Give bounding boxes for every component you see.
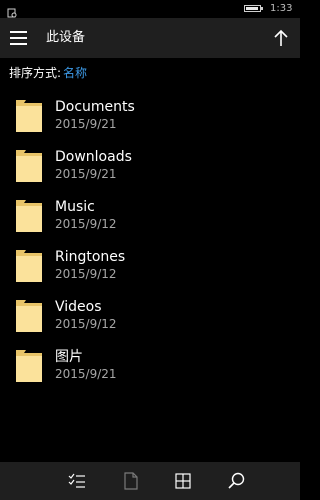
sort-row: 排序方式: 名称 [9,65,87,81]
file-name: Videos [55,299,102,315]
folder-icon [15,299,43,333]
search-icon[interactable] [226,471,246,491]
list-item[interactable]: Documents 2015/9/21 [0,90,300,140]
folder-icon [15,199,43,233]
sort-value-link[interactable]: 名称 [63,66,87,80]
file-name: 图片 [55,349,83,365]
file-name: Ringtones [55,249,126,265]
bottom-app-bar [0,462,300,500]
new-document-icon[interactable] [121,471,141,491]
arrow-up-icon[interactable] [272,28,290,48]
file-date: 2015/9/21 [55,167,117,181]
status-time: 1:33 [270,3,293,14]
list-item[interactable]: Ringtones 2015/9/12 [0,240,300,290]
hamburger-menu-icon[interactable] [10,31,27,45]
file-name: Documents [55,99,135,115]
page-title: 此设备 [46,30,86,45]
file-date: 2015/9/12 [55,217,117,231]
grid-view-icon[interactable] [173,471,193,491]
battery-nub [261,7,263,10]
file-date: 2015/9/21 [55,117,117,131]
file-explorer-screen: 1:33 此设备 排序方式: 名称 Documents 2015/9/21 Do… [0,0,300,500]
select-list-icon[interactable] [67,471,87,491]
list-item[interactable]: Videos 2015/9/12 [0,290,300,340]
status-bar: 1:33 [0,0,300,18]
folder-icon [15,149,43,183]
folder-icon [15,249,43,283]
file-name: Music [55,199,95,215]
battery-icon [244,5,261,12]
sort-label: 排序方式: [9,66,62,80]
folder-icon [15,99,43,133]
notification-icon [7,3,17,18]
file-name: Downloads [55,149,132,165]
file-date: 2015/9/12 [55,317,117,331]
battery-level-fill [246,7,258,10]
list-item[interactable]: Music 2015/9/12 [0,190,300,240]
header-bar: 此设备 [0,18,300,58]
file-date: 2015/9/12 [55,267,117,281]
list-item[interactable]: Downloads 2015/9/21 [0,140,300,190]
file-date: 2015/9/21 [55,367,117,381]
folder-icon [15,349,43,383]
list-item[interactable]: 图片 2015/9/21 [0,340,300,390]
